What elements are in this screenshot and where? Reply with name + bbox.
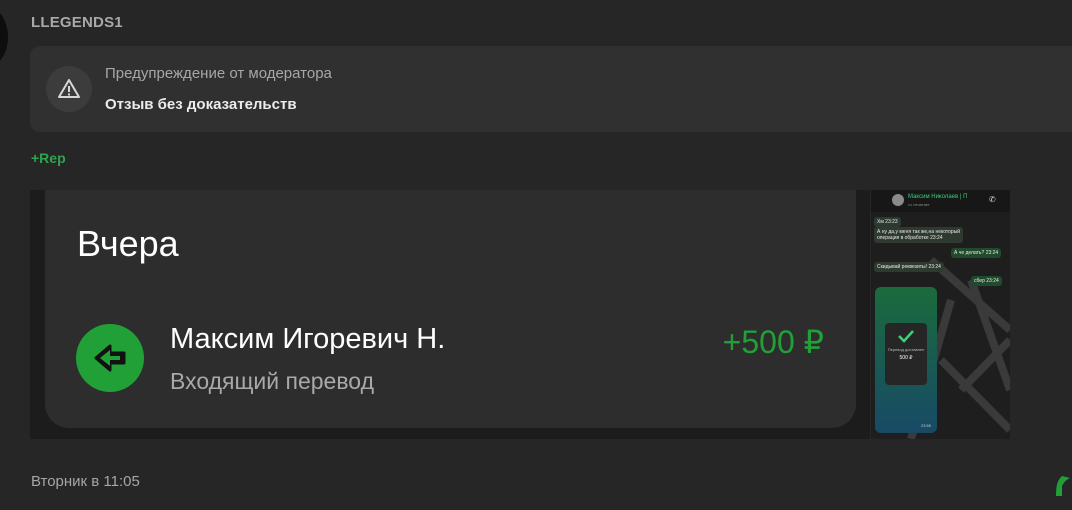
rep-button[interactable]: +Rep xyxy=(31,150,66,166)
avatar[interactable] xyxy=(0,6,8,68)
green-quote-icon[interactable] xyxy=(1052,474,1072,498)
moderator-warning-text: Отзыв без доказательств xyxy=(105,96,297,113)
payment-label: Перевод доставлен xyxy=(887,347,925,352)
chat-message: А че делать? 23:24 xyxy=(951,248,1002,258)
payment-amount: 500 ₽ xyxy=(899,355,913,361)
chat-contact-avatar xyxy=(892,194,904,206)
transaction-type: Входящий перевод xyxy=(170,368,374,394)
bank-transaction-card: Вчера Максим Игоревич Н. Входящий перево… xyxy=(45,190,856,428)
payment-modal: Перевод доставлен 500 ₽ xyxy=(885,323,927,385)
transaction-amount: +500 ₽ xyxy=(722,324,824,360)
transaction-day: Вчера xyxy=(77,223,179,264)
chat-contact-name: Максим Николаев | П xyxy=(908,194,968,200)
transaction-name: Максим Игоревич Н. xyxy=(170,323,446,355)
chat-message: сбер 23:24 xyxy=(971,276,1002,286)
payment-screenshot: Перевод доставлен 500 ₽ 23:55 xyxy=(875,287,937,433)
chat-contact-status: ••• печатает xyxy=(908,202,930,207)
chat-header: Максим Николаев | П ••• печатает ✆ xyxy=(871,190,1010,212)
post-timestamp[interactable]: Вторник в 11:05 xyxy=(31,473,140,490)
phone-icon: ✆ xyxy=(989,195,996,204)
chat-message: А ну да,у меня так же,на некоторый опера… xyxy=(874,227,964,243)
attachment-image-transfer[interactable]: Вчера Максим Игоревич Н. Входящий перево… xyxy=(30,190,870,439)
chat-message: Хм 23:23 xyxy=(874,217,901,227)
post-author[interactable]: LLEGENDS1 xyxy=(31,14,123,31)
chat-message: Скидывай реквезиты! 23:24 xyxy=(874,262,944,272)
moderator-warning-title: Предупреждение от модератора xyxy=(105,65,332,82)
payment-time: 23:55 xyxy=(921,423,932,428)
warning-icon xyxy=(46,66,92,112)
attachment-image-chat[interactable]: Максим Николаев | П ••• печатает ✆ Хм 23… xyxy=(871,190,1010,439)
moderator-warning: Предупреждение от модератора Отзыв без д… xyxy=(30,46,1072,132)
checkmark-icon xyxy=(898,330,914,343)
arrow-left-icon xyxy=(76,324,144,392)
